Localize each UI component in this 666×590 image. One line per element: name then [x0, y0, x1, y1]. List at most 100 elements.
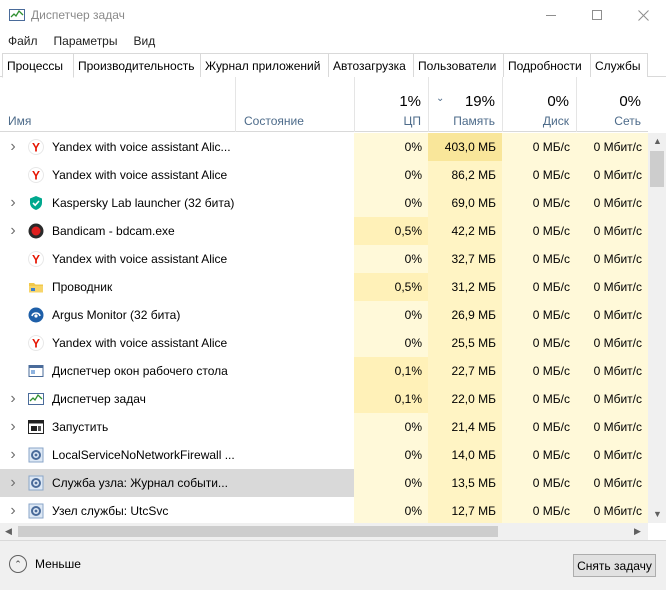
table-row[interactable]: Узел службы: UtcSvc › 0% 12,7 МБ 0 МБ/с 0 Мби…	[0, 497, 648, 523]
cpu-value: 0%	[354, 497, 428, 523]
network-value: 0 Мбит/с	[576, 497, 648, 523]
column-network[interactable]: 0% Сеть	[576, 77, 648, 132]
task-manager-icon	[28, 393, 44, 405]
table-row[interactable]: Проводник 0,5% 31,2 МБ 0 МБ/с 0 Мбит/с	[0, 273, 648, 301]
disk-value: 0 МБ/с	[502, 357, 576, 385]
scroll-right-icon[interactable]: ▶	[634, 526, 641, 537]
process-status	[236, 301, 354, 329]
table-row[interactable]: LocalServiceNoNetworkFirewall ... › 0% 14,0…	[0, 441, 648, 469]
memory-value: 86,2 МБ	[428, 161, 502, 189]
process-status	[236, 441, 354, 469]
table-row[interactable]: Yandex with voice assistant Alic... › Y 0% 4…	[0, 133, 648, 161]
memory-value: 42,2 МБ	[428, 217, 502, 245]
table-row[interactable]: Yandex with voice assistant Alice Y 0% 32,7…	[0, 245, 648, 273]
collapse-chevron-icon: ⌃	[9, 555, 27, 573]
cpu-value: 0,1%	[354, 357, 428, 385]
menu-view[interactable]: Вид	[125, 31, 163, 51]
disk-total-percent: 0%	[547, 93, 569, 110]
horizontal-scroll-thumb[interactable]	[18, 526, 498, 537]
process-status	[236, 273, 354, 301]
disk-value: 0 МБ/с	[502, 301, 576, 329]
cpu-total-percent: 1%	[399, 93, 421, 110]
expand-chevron-icon[interactable]: ›	[0, 497, 26, 523]
tab-performance[interactable]: Производительность	[74, 53, 201, 77]
close-button[interactable]	[620, 0, 666, 30]
column-cpu[interactable]: 1% ЦП	[354, 77, 429, 132]
menu-options[interactable]: Параметры	[46, 31, 126, 51]
run-dialog-icon	[28, 420, 44, 434]
table-row[interactable]: Argus Monitor (32 бита) 0% 26,9 МБ 0 МБ/с 0 …	[0, 301, 648, 329]
process-status	[236, 245, 354, 273]
window-manager-icon	[28, 365, 44, 377]
network-value: 0 Мбит/с	[576, 357, 648, 385]
network-value: 0 Мбит/с	[576, 385, 648, 413]
table-row[interactable]: Диспетчер окон рабочего стола 0,1% 22,7 МБ…	[0, 357, 648, 385]
table-row[interactable]: Диспетчер задач › 0,1% 22,0 МБ 0 МБ/с 0 Мбит/…	[0, 385, 648, 413]
column-memory-label: Память	[453, 114, 495, 128]
column-name-label: Имя	[8, 114, 32, 128]
disk-value: 0 МБ/с	[502, 413, 576, 441]
table-row[interactable]: Yandex with voice assistant Alice Y 0% 25,5…	[0, 329, 648, 357]
memory-value: 22,7 МБ	[428, 357, 502, 385]
tab-startup[interactable]: Автозагрузка	[329, 53, 414, 77]
tab-services[interactable]: Службы	[591, 53, 648, 77]
table-row[interactable]: Bandicam - bdcam.exe › 0,5% 42,2 МБ 0 МБ/с 0 …	[0, 217, 648, 245]
table-row[interactable]: Yandex with voice assistant Alice Y 0% 86,2…	[0, 161, 648, 189]
memory-value: 22,0 МБ	[428, 385, 502, 413]
vertical-scroll-thumb[interactable]	[650, 151, 664, 187]
maximize-button[interactable]	[574, 0, 620, 30]
memory-value: 32,7 МБ	[428, 245, 502, 273]
column-memory[interactable]: ⌄ 19% Память	[428, 77, 503, 132]
expand-chevron-icon[interactable]: ›	[0, 385, 26, 413]
tab-processes[interactable]: Процессы	[2, 53, 74, 78]
menu-file[interactable]: Файл	[0, 31, 46, 51]
table-row[interactable]: Служба узла: Журнал событи... › 0% 13,5 МБ 0…	[0, 469, 648, 497]
tab-details[interactable]: Подробности	[504, 53, 591, 77]
disk-value: 0 МБ/с	[502, 385, 576, 413]
service-gear-icon	[28, 475, 44, 491]
column-name[interactable]: Имя	[0, 77, 236, 132]
scroll-down-icon[interactable]: ▼	[653, 509, 662, 519]
network-value: 0 Мбит/с	[576, 469, 648, 497]
vertical-scrollbar[interactable]: ▲ ▼	[648, 133, 666, 523]
expand-chevron-icon[interactable]: ›	[0, 217, 26, 245]
column-status[interactable]: Состояние	[235, 77, 355, 132]
memory-value: 12,7 МБ	[428, 497, 502, 523]
network-value: 0 Мбит/с	[576, 217, 648, 245]
cpu-value: 0%	[354, 441, 428, 469]
network-value: 0 Мбит/с	[576, 133, 648, 161]
cpu-value: 0%	[354, 245, 428, 273]
process-status	[236, 217, 354, 245]
network-value: 0 Мбит/с	[576, 301, 648, 329]
tab-app-history[interactable]: Журнал приложений	[201, 53, 329, 77]
service-gear-icon	[28, 447, 44, 463]
memory-value: 14,0 МБ	[428, 441, 502, 469]
column-disk-label: Диск	[542, 114, 569, 128]
expand-chevron-icon[interactable]: ›	[0, 413, 26, 441]
disk-value: 0 МБ/с	[502, 441, 576, 469]
tab-users[interactable]: Пользователи	[414, 53, 504, 77]
cpu-value: 0%	[354, 133, 428, 161]
expand-chevron-icon[interactable]: ›	[0, 469, 26, 497]
close-icon	[637, 9, 649, 21]
yandex-icon: Y	[28, 335, 44, 351]
disk-value: 0 МБ/с	[502, 189, 576, 217]
horizontal-scrollbar[interactable]: ◀ ▶	[0, 523, 648, 540]
disk-value: 0 МБ/с	[502, 273, 576, 301]
minimize-button[interactable]	[528, 0, 574, 30]
table-row[interactable]: Kaspersky Lab launcher (32 бита) › 0% 69,0 …	[0, 189, 648, 217]
column-disk[interactable]: 0% Диск	[502, 77, 577, 132]
scroll-left-icon[interactable]: ◀	[5, 526, 12, 537]
network-value: 0 Мбит/с	[576, 161, 648, 189]
process-status	[236, 413, 354, 441]
scroll-up-icon[interactable]: ▲	[653, 136, 662, 146]
table-row[interactable]: Запустить › 0% 21,4 МБ 0 МБ/с 0 Мбит/с	[0, 413, 648, 441]
expand-chevron-icon[interactable]: ›	[0, 189, 26, 217]
folder-icon	[29, 283, 43, 293]
expand-chevron-icon[interactable]: ›	[0, 133, 26, 161]
end-task-button[interactable]: Снять задачу	[573, 554, 656, 577]
memory-value: 25,5 МБ	[428, 329, 502, 357]
expand-chevron-icon[interactable]: ›	[0, 441, 26, 469]
yandex-icon: Y	[28, 251, 44, 267]
fewer-details-toggle[interactable]: ⌃ Меньше	[9, 555, 81, 573]
